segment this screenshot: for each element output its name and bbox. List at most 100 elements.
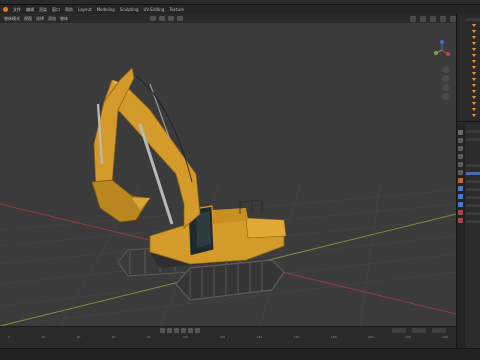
- properties-tab-bar: [457, 124, 465, 348]
- property-row[interactable]: [466, 180, 480, 183]
- outliner-row[interactable]: [466, 18, 480, 21]
- jump-start-icon[interactable]: [160, 328, 165, 333]
- menu-window[interactable]: 窗口: [52, 7, 60, 13]
- physics-tab-icon[interactable]: [458, 202, 463, 207]
- navigation-gizmo[interactable]: [432, 38, 452, 62]
- property-row[interactable]: [466, 188, 480, 191]
- shading-material-icon[interactable]: [440, 15, 446, 22]
- zoom-icon[interactable]: [442, 66, 449, 73]
- mode-selector[interactable]: 物体模式: [4, 16, 20, 22]
- ruler-tick: 140: [256, 335, 263, 339]
- menu-help[interactable]: 帮助: [65, 7, 73, 13]
- ortho-icon[interactable]: [442, 93, 449, 100]
- top-menubar: 文件 编辑 渲染 窗口 帮助 Layout Modeling Sculpting…: [0, 5, 480, 14]
- expand-arrow-icon[interactable]: [472, 114, 476, 117]
- view-menu[interactable]: 视图: [24, 16, 32, 22]
- prev-keyframe-icon[interactable]: [167, 328, 172, 333]
- app-logo-icon[interactable]: [3, 7, 8, 12]
- ruler-tick: 240: [442, 335, 448, 339]
- x-axis-icon: [446, 52, 450, 56]
- properties-panel[interactable]: [457, 124, 480, 348]
- overlay-toggle-icon[interactable]: [410, 15, 416, 22]
- ruler-tick: 200: [367, 335, 374, 339]
- expand-arrow-icon[interactable]: [472, 72, 476, 75]
- current-frame-field[interactable]: [392, 328, 406, 333]
- playback-controls: [160, 328, 200, 333]
- xray-toggle-icon[interactable]: [420, 15, 426, 22]
- property-row[interactable]: [466, 212, 480, 215]
- pan-icon[interactable]: [442, 75, 449, 82]
- expand-arrow-icon[interactable]: [472, 60, 476, 63]
- world-tab-icon[interactable]: [458, 170, 463, 175]
- expand-arrow-icon[interactable]: [472, 54, 476, 57]
- data-tab-icon[interactable]: [458, 218, 463, 223]
- workspace-tab-modeling[interactable]: Modeling: [97, 7, 115, 12]
- scene-tab-icon[interactable]: [458, 162, 463, 167]
- particles-tab-icon[interactable]: [458, 194, 463, 199]
- constraints-tab-icon[interactable]: [458, 210, 463, 215]
- expand-arrow-icon[interactable]: [472, 90, 476, 93]
- next-keyframe-icon[interactable]: [188, 328, 193, 333]
- workspace-tab-sculpting[interactable]: Sculpting: [120, 7, 139, 12]
- object-menu[interactable]: 物体: [60, 16, 68, 22]
- viewport-scene[interactable]: [0, 14, 456, 326]
- object-tab-icon[interactable]: [458, 178, 463, 183]
- 3d-viewport[interactable]: 物体模式 视图 选择 添加 物体: [0, 14, 456, 326]
- expand-arrow-icon[interactable]: [472, 48, 476, 51]
- menu-edit[interactable]: 编辑: [26, 7, 34, 13]
- modifier-tab-icon[interactable]: [458, 186, 463, 191]
- output-tab-icon[interactable]: [458, 146, 463, 151]
- tool-tab-icon[interactable]: [458, 130, 463, 135]
- counterweight: [245, 217, 287, 239]
- expand-arrow-icon[interactable]: [472, 108, 476, 111]
- ruler-tick: 60: [111, 335, 116, 339]
- expand-arrow-icon[interactable]: [472, 102, 476, 105]
- end-frame-field[interactable]: [432, 328, 446, 333]
- shading-solid-icon[interactable]: [430, 15, 436, 22]
- proportional-edit-icon[interactable]: [177, 16, 183, 21]
- expand-arrow-icon[interactable]: [472, 24, 476, 27]
- play-icon[interactable]: [181, 328, 186, 333]
- snap-icon[interactable]: [168, 16, 174, 21]
- play-reverse-icon[interactable]: [174, 328, 179, 333]
- ruler-tick: 220: [405, 335, 411, 339]
- workspace-tab-layout[interactable]: Layout: [78, 7, 92, 12]
- ruler-tick: 100: [182, 335, 188, 339]
- expand-arrow-icon[interactable]: [472, 36, 476, 39]
- transform-tools: [150, 16, 183, 21]
- render-tab-icon[interactable]: [458, 138, 463, 143]
- outliner-panel[interactable]: [457, 14, 480, 122]
- expand-arrow-icon[interactable]: [472, 30, 476, 33]
- camera-icon[interactable]: [442, 84, 449, 91]
- expand-arrow-icon[interactable]: [472, 66, 476, 69]
- orientation-icon[interactable]: [150, 16, 156, 21]
- ruler-tick: 0: [8, 335, 10, 339]
- jump-end-icon[interactable]: [195, 328, 200, 333]
- start-frame-field[interactable]: [412, 328, 426, 333]
- property-row[interactable]: [466, 138, 480, 141]
- menu-render[interactable]: 渲染: [39, 7, 47, 13]
- expand-arrow-icon[interactable]: [472, 78, 476, 81]
- status-bar: [0, 348, 480, 360]
- expand-arrow-icon[interactable]: [472, 84, 476, 87]
- workspace-tab-texture[interactable]: Texture: [169, 7, 184, 12]
- expand-arrow-icon[interactable]: [472, 96, 476, 99]
- expand-arrow-icon[interactable]: [472, 42, 476, 45]
- view-layer-tab-icon[interactable]: [458, 154, 463, 159]
- ruler-tick: 80: [147, 335, 151, 339]
- property-row[interactable]: [466, 204, 480, 207]
- property-row-selected[interactable]: [466, 172, 480, 175]
- ruler-tick: 160: [293, 335, 300, 339]
- ruler-tick: 120: [219, 335, 226, 339]
- select-menu[interactable]: 选择: [36, 16, 44, 22]
- workspace-tab-uv[interactable]: UV Editing: [144, 7, 165, 12]
- excavator-model: [91, 67, 287, 301]
- property-row[interactable]: [466, 196, 480, 199]
- add-menu[interactable]: 添加: [48, 16, 56, 22]
- property-row[interactable]: [466, 130, 480, 133]
- pivot-icon[interactable]: [159, 16, 165, 21]
- timeline-ruler[interactable]: 0 20 40 60 80 100 120 140 160 180 200 22…: [0, 335, 456, 341]
- property-row[interactable]: [466, 220, 480, 223]
- menu-file[interactable]: 文件: [13, 7, 21, 13]
- property-row[interactable]: [466, 164, 480, 167]
